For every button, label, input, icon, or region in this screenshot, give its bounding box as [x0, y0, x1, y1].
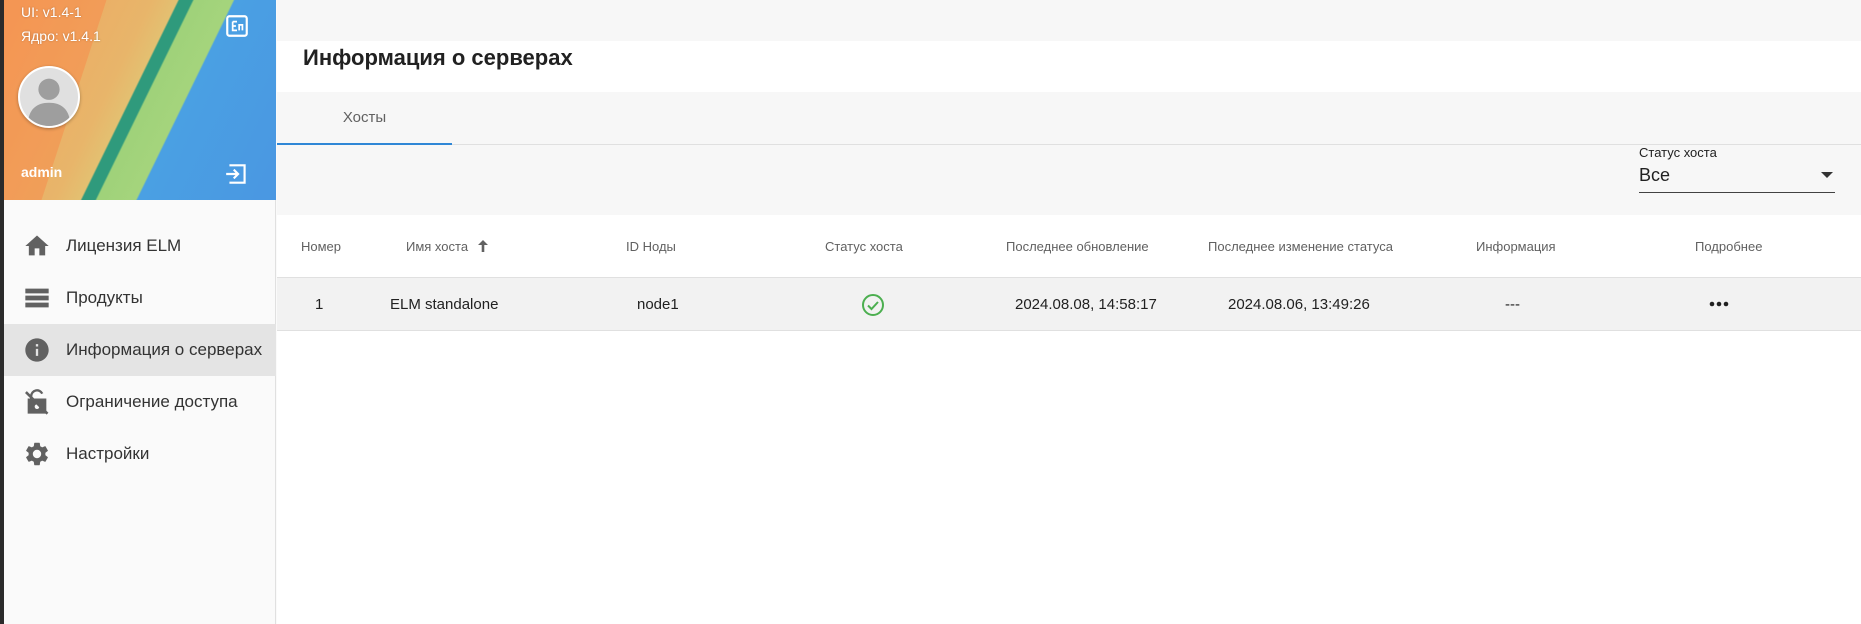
sidebar-header: UI: v1.4-1 Ядро: v1.4.1 admin — [4, 0, 276, 200]
column-header-host-name[interactable]: Имя хоста — [406, 239, 490, 254]
cell-number: 1 — [315, 296, 324, 313]
sidebar-item-products[interactable]: Продукты — [4, 272, 276, 324]
sidebar-item-settings[interactable]: Настройки — [4, 428, 276, 480]
column-header-number[interactable]: Номер — [301, 239, 341, 254]
sidebar-item-access-restriction[interactable]: Ограничение доступа — [4, 376, 276, 428]
avatar — [18, 66, 80, 128]
sort-ascending-icon — [476, 239, 490, 253]
host-status-select[interactable]: Статус хоста Все — [1639, 145, 1835, 193]
more-horiz-icon[interactable] — [1708, 294, 1730, 314]
cell-host-name: ELM standalone — [390, 296, 499, 313]
sidebar-item-label: Информация о серверах — [66, 340, 263, 359]
cell-info: --- — [1505, 296, 1520, 313]
sidebar-item-license[interactable]: Лицензия ELM — [4, 220, 276, 272]
sidebar: UI: v1.4-1 Ядро: v1.4.1 admin Лицензия E… — [4, 0, 276, 624]
column-header-last-status-change[interactable]: Последнее изменение статуса — [1208, 239, 1393, 254]
gear-icon — [22, 439, 52, 469]
info-icon — [22, 335, 52, 365]
logout-icon[interactable] — [224, 161, 250, 187]
column-header-label: Имя хоста — [406, 239, 469, 254]
table-row[interactable]: 1 ELM standalone node1 2024.08.08, 14:58… — [277, 278, 1861, 331]
core-version: Ядро: v1.4.1 — [21, 28, 101, 44]
page-title: Информация о серверах — [303, 45, 611, 71]
sidebar-item-label: Продукты — [66, 288, 143, 307]
table-header: Номер Имя хоста ID Ноды Статус хоста Пос… — [277, 215, 1861, 278]
cell-last-status-change: 2024.08.06, 13:49:26 — [1228, 296, 1370, 313]
home-icon — [22, 231, 52, 261]
column-header-details[interactable]: Подробнее — [1695, 239, 1762, 254]
user-name: admin — [21, 164, 63, 180]
main-content: Информация о серверах Хосты Статус хоста… — [277, 0, 1861, 624]
tabs-bar: Хосты — [277, 92, 1861, 145]
status-ok-icon — [861, 293, 885, 317]
caret-down-icon — [1821, 172, 1833, 178]
cell-node-id: node1 — [637, 296, 679, 313]
hosts-table: Номер Имя хоста ID Ноды Статус хоста Пос… — [277, 215, 1861, 331]
host-status-select-value: Все — [1639, 165, 1671, 185]
sidebar-item-label: Ограничение доступа — [66, 392, 238, 411]
lock-off-icon — [22, 387, 52, 417]
cell-last-update: 2024.08.08, 14:58:17 — [1015, 296, 1157, 313]
filter-bar: Статус хоста Все — [277, 145, 1861, 215]
sidebar-item-label: Лицензия ELM — [66, 236, 182, 255]
language-toggle-icon[interactable] — [224, 13, 250, 39]
column-header-info[interactable]: Информация — [1476, 239, 1556, 254]
list-icon — [22, 283, 52, 313]
column-header-host-status[interactable]: Статус хоста — [825, 239, 903, 254]
ui-version: UI: v1.4-1 — [21, 4, 82, 20]
column-header-last-update[interactable]: Последнее обновление — [1006, 239, 1149, 254]
top-bar — [277, 0, 1861, 41]
column-header-node-id[interactable]: ID Ноды — [626, 239, 676, 254]
tab-hosts[interactable]: Хосты — [277, 92, 452, 145]
sidebar-item-server-info[interactable]: Информация о серверах — [4, 324, 276, 376]
sidebar-nav: Лицензия ELM Продукты Информация о серве… — [4, 220, 276, 480]
sidebar-item-label: Настройки — [66, 444, 150, 463]
host-status-select-label: Статус хоста — [1639, 145, 1717, 160]
